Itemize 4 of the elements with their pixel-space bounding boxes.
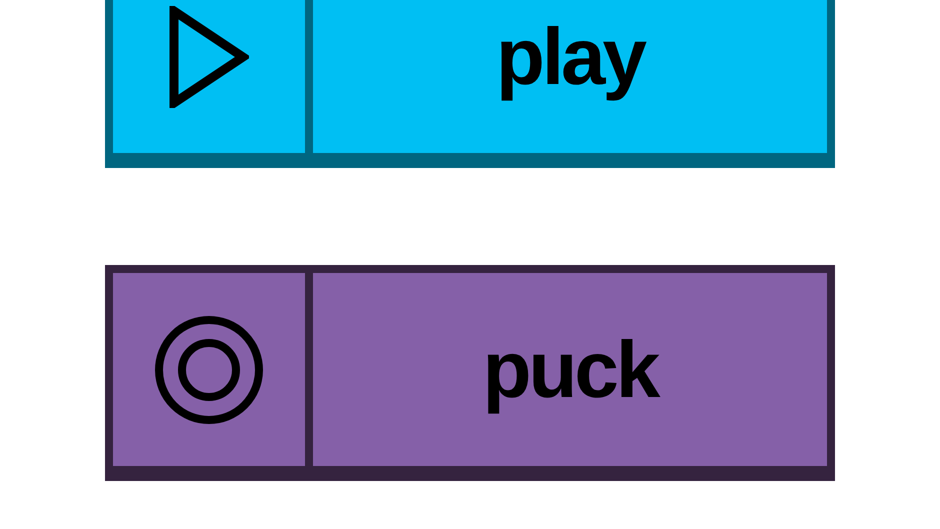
target-icon (154, 314, 264, 424)
play-icon (169, 6, 249, 108)
play-button[interactable]: play (105, 0, 835, 168)
puck-button[interactable]: puck (105, 265, 835, 481)
